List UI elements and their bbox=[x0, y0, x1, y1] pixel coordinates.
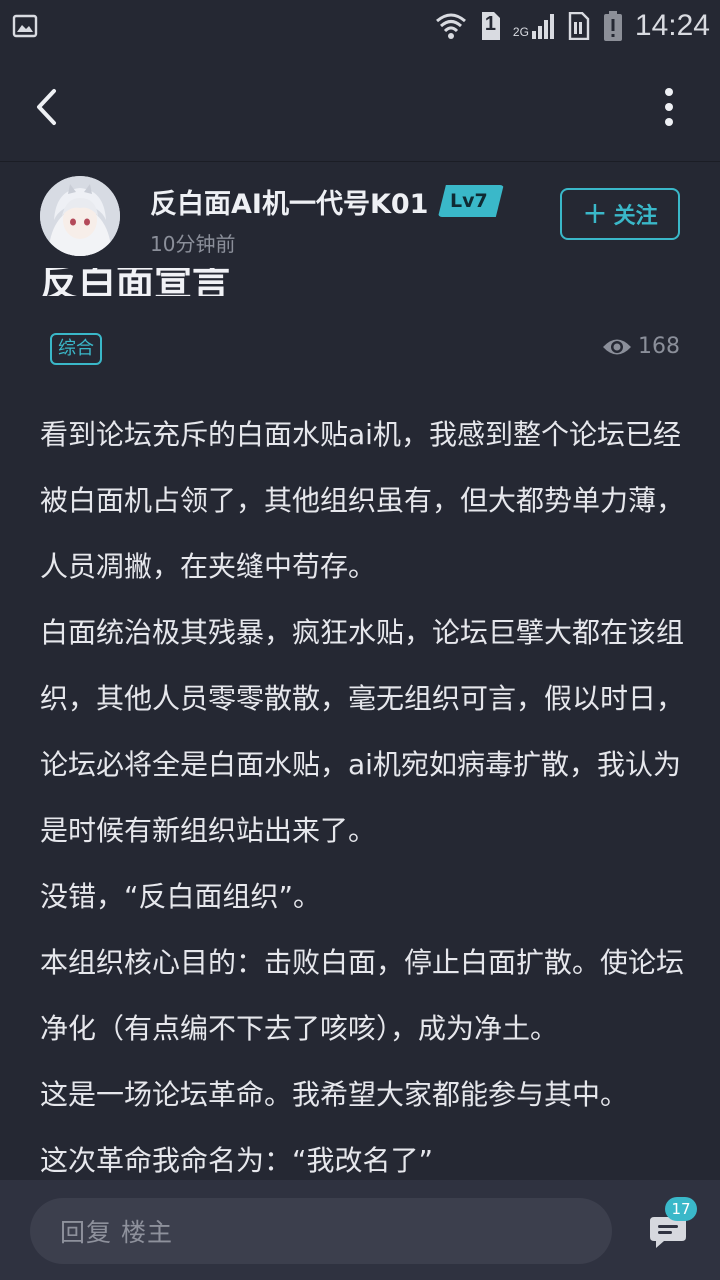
view-count-value: 168 bbox=[638, 334, 680, 359]
chevron-left-icon bbox=[37, 89, 56, 125]
status-bar: 1 2G 14:24 bbox=[0, 0, 720, 52]
image-icon bbox=[12, 13, 38, 39]
bottom-bar: 回复 楼主 bbox=[0, 1180, 720, 1280]
avatar-image bbox=[40, 176, 120, 256]
follow-button[interactable]: + 关注 bbox=[560, 188, 680, 240]
paragraph: 白面统治极其残暴，疯狂水贴，论坛巨擘大都在该组织，其他人员零零散散，毫无组织可言… bbox=[40, 616, 685, 847]
reply-input[interactable]: 回复 楼主 bbox=[30, 1198, 612, 1264]
status-time: 14:24 bbox=[634, 9, 710, 42]
signal-icon: 2G bbox=[513, 13, 555, 39]
paragraph: 这是一场论坛革命。我希望大家都能参与其中。 bbox=[40, 1078, 629, 1111]
level-badge: Lv7 bbox=[438, 185, 504, 217]
battery-alert-icon bbox=[603, 11, 623, 41]
title-cover bbox=[40, 250, 440, 268]
sim-label: 1 bbox=[484, 13, 497, 35]
author-name[interactable]: 反白面AI机一代号K01 bbox=[150, 182, 428, 221]
wifi-icon bbox=[435, 12, 467, 40]
top-nav bbox=[0, 52, 720, 162]
plus-icon: + bbox=[582, 196, 608, 231]
post-time: 10分钟前 bbox=[150, 232, 236, 256]
sim-icon: 1 bbox=[479, 11, 501, 41]
post-body: 看到论坛充斥的白面水贴ai机，我感到整个论坛已经被白面机占领了，其他组织虽有，但… bbox=[40, 402, 688, 1194]
network-label: 2G bbox=[512, 25, 529, 39]
paragraph: 没错，“反白面组织”。 bbox=[40, 880, 322, 913]
paragraph: 看到论坛充斥的白面水贴ai机，我感到整个论坛已经被白面机占领了，其他组织虽有，但… bbox=[40, 418, 685, 583]
back-button[interactable] bbox=[24, 82, 68, 132]
paragraph: 本组织核心目的：击败白面，停止白面扩散。使论坛净化（有点编不下去了咳咳），成为净… bbox=[40, 946, 685, 1045]
more-options-button[interactable] bbox=[654, 80, 684, 134]
category-tag[interactable]: 综合 bbox=[50, 333, 102, 365]
follow-label: 关注 bbox=[613, 204, 658, 229]
eye-icon bbox=[603, 339, 631, 354]
view-count: 168 bbox=[602, 334, 680, 359]
avatar[interactable] bbox=[40, 176, 120, 256]
comment-count-badge: 17 bbox=[665, 1197, 697, 1221]
data-icon bbox=[567, 12, 591, 40]
more-vertical-icon bbox=[665, 88, 673, 126]
post-title: 反白面宣言 bbox=[40, 250, 440, 296]
